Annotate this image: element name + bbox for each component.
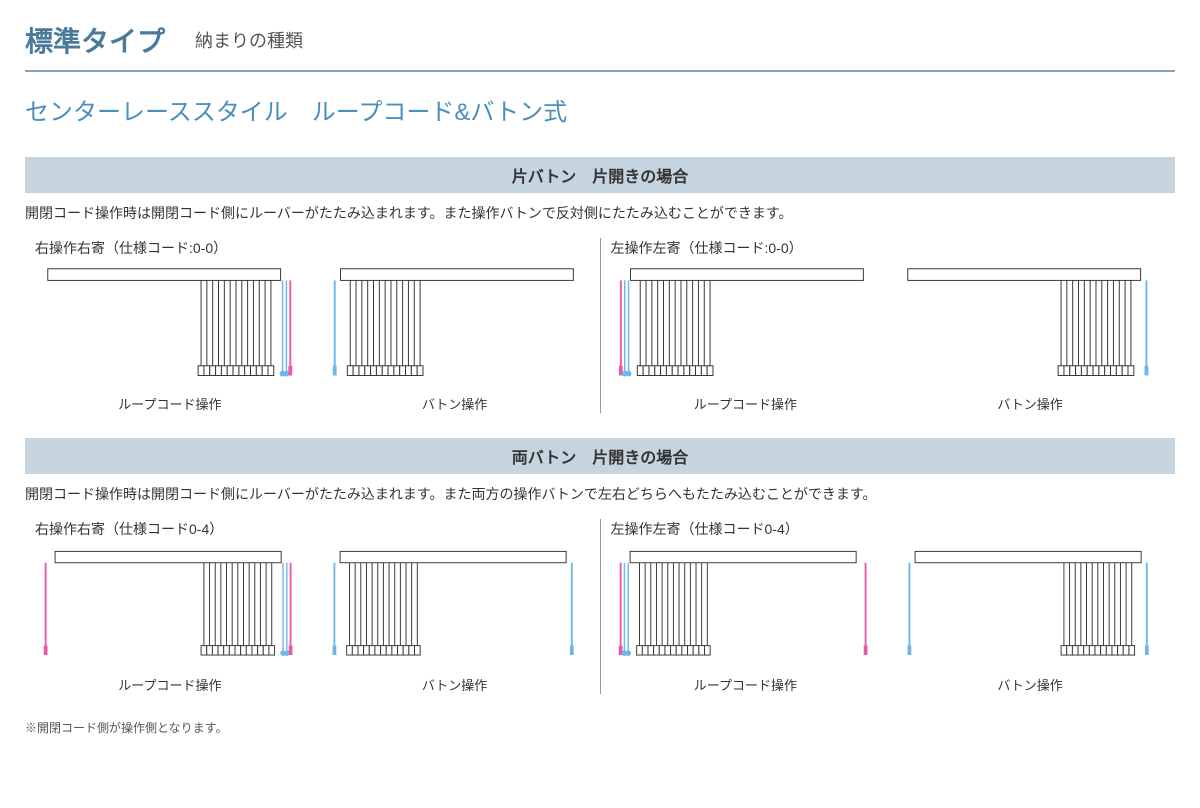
- op-label-baton: バトン操作: [320, 675, 590, 694]
- diagram-loop-right-stack-dual: ループコード操作: [35, 547, 305, 694]
- op-label-loop: ループコード操作: [611, 675, 881, 694]
- half-right-1: 左操作左寄（仕様コード:0-0） ループコード操作 バトン操作: [601, 238, 1176, 413]
- footnote: ※開閉コード側が操作側となります。: [25, 719, 1175, 736]
- spec-label: 右操作右寄（仕様コード:0-0）: [35, 238, 590, 258]
- half-right-2: 左操作左寄（仕様コード0-4） ループコード操作 バトン操作: [601, 519, 1176, 694]
- diagram-row-2: 右操作右寄（仕様コード0-4） ループコード操作 バトン操作 左操作左寄（仕様コ…: [25, 519, 1175, 694]
- diagram-baton-right-stack: バトン操作: [895, 266, 1165, 413]
- diagram-row-1: 右操作右寄（仕様コード:0-0） ループコード操作 バトン操作 左操作左寄（仕様…: [25, 238, 1175, 413]
- header-subtitle: 納まりの種類: [195, 27, 303, 53]
- op-label-baton: バトン操作: [895, 394, 1165, 413]
- op-label-loop: ループコード操作: [35, 394, 305, 413]
- diagram-baton-right-stack-dual: バトン操作: [895, 547, 1165, 694]
- diagram-loop-left-stack: ループコード操作: [611, 266, 881, 413]
- op-label-loop: ループコード操作: [35, 675, 305, 694]
- style-title: センターレーススタイル ループコード&バトン式: [25, 92, 1175, 127]
- spec-label: 左操作左寄（仕様コード0-4）: [611, 519, 1166, 539]
- op-label-baton: バトン操作: [895, 675, 1165, 694]
- page-header: 標準タイプ 納まりの種類: [25, 20, 1175, 72]
- header-main-title: 標準タイプ: [25, 20, 165, 60]
- diagram-loop-right-stack: ループコード操作: [35, 266, 305, 413]
- diagram-loop-left-stack-dual: ループコード操作: [611, 547, 881, 694]
- op-label-loop: ループコード操作: [611, 394, 881, 413]
- half-left-2: 右操作右寄（仕様コード0-4） ループコード操作 バトン操作: [25, 519, 601, 694]
- spec-label: 右操作右寄（仕様コード0-4）: [35, 519, 590, 539]
- op-label-baton: バトン操作: [320, 394, 590, 413]
- half-left-1: 右操作右寄（仕様コード:0-0） ループコード操作 バトン操作: [25, 238, 601, 413]
- section-bar-2: 両バトン 片開きの場合: [25, 438, 1175, 474]
- diagram-baton-left-stack: バトン操作: [320, 266, 590, 413]
- spec-label: 左操作左寄（仕様コード:0-0）: [611, 238, 1166, 258]
- section-desc-2: 開閉コード操作時は開閉コード側にルーバーがたたみ込まれます。また両方の操作バトン…: [25, 484, 1175, 504]
- diagram-baton-left-stack-dual: バトン操作: [320, 547, 590, 694]
- section-desc-1: 開閉コード操作時は開閉コード側にルーバーがたたみ込まれます。また操作バトンで反対…: [25, 203, 1175, 223]
- section-bar-1: 片バトン 片開きの場合: [25, 157, 1175, 193]
